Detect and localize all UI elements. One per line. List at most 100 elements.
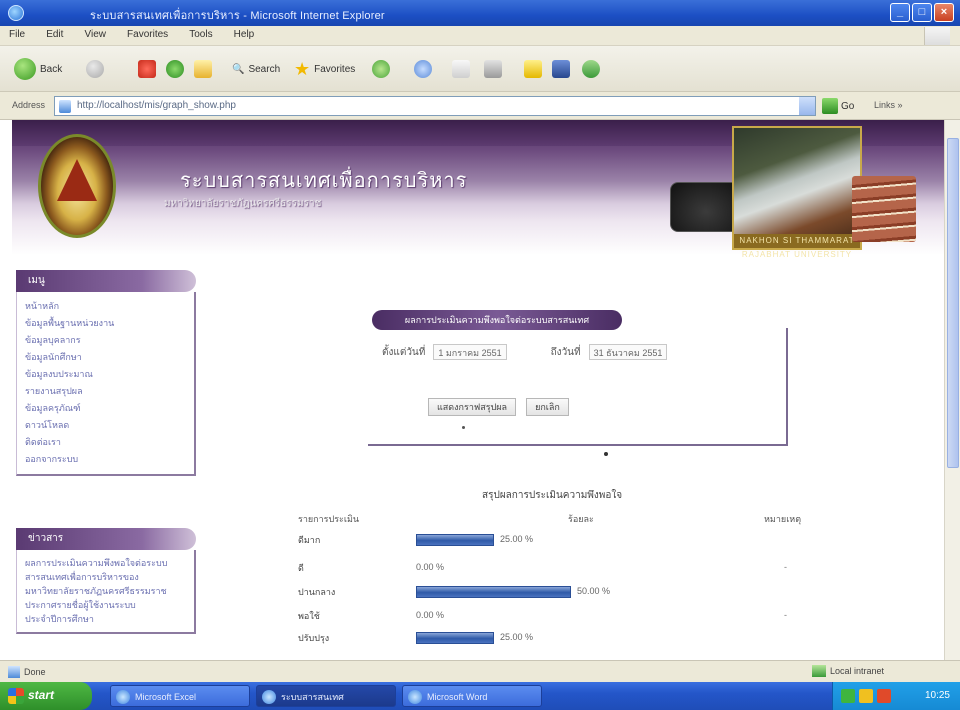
favorites-button[interactable]: ★ Favorites [294, 57, 355, 81]
cancel-button[interactable]: ยกเลิก [526, 398, 569, 416]
forward-arrow-icon [86, 60, 104, 78]
status-bar: Done Local intranet [0, 660, 960, 682]
discuss-button[interactable] [552, 57, 570, 81]
bullet-dot [462, 426, 465, 429]
back-label: Back [40, 63, 63, 75]
from-date-select[interactable]: 1 มกราคม 2551 [433, 344, 507, 360]
page-done-icon [8, 666, 20, 678]
row-label: ปานกลาง [298, 587, 336, 597]
to-date-label: ถึงวันที่ [550, 346, 581, 358]
stop-button[interactable] [138, 57, 156, 81]
links-toolbar[interactable]: Links » [874, 100, 903, 110]
window-titlebar: ระบบสารสนเทศเพื่อการบริหาร - Microsoft I… [0, 0, 960, 26]
news-item[interactable]: ผลการประเมินความพึงพอใจต่อระบบ [25, 556, 186, 570]
menu-favorites[interactable]: Favorites [118, 26, 177, 43]
sidebar-item-students[interactable]: ข้อมูลนักศึกษา [25, 349, 186, 366]
sidebar-news: ข่าวสาร ผลการประเมินความพึงพอใจต่อระบบ ส… [16, 528, 196, 634]
table-row: ดี 0.00 % - [298, 558, 858, 578]
back-button[interactable]: Back [14, 57, 62, 81]
news-item[interactable]: ประจำปีการศึกษา [25, 612, 186, 626]
menu-tools[interactable]: Tools [180, 26, 221, 43]
windows-logo-icon [8, 688, 24, 704]
sidebar-item-equipment[interactable]: ข้อมูลครุภัณฑ์ [25, 400, 186, 417]
home-button[interactable] [194, 57, 212, 81]
results-col-graph: ร้อยละ [568, 514, 594, 524]
sidebar-item-org-info[interactable]: ข้อมูลพื้นฐานหน่วยงาน [25, 315, 186, 332]
scrollbar-thumb[interactable] [947, 138, 959, 468]
web-page: ระบบสารสนเทศเพื่อการบริหาร มหาวิทยาลัยรา… [12, 120, 944, 660]
security-zone: Local intranet [812, 665, 884, 677]
row-note: - [784, 562, 787, 572]
sidebar-item-home[interactable]: หน้าหลัก [25, 298, 186, 315]
start-label: start [28, 688, 55, 702]
to-date-select[interactable]: 31 ธันวาคม 2551 [588, 344, 668, 360]
sidebar-item-reports[interactable]: รายงานสรุปผล [25, 383, 186, 400]
media-icon [372, 60, 390, 78]
taskbar-item[interactable]: Microsoft Excel [110, 685, 250, 707]
from-date-label: ตั้งแต่วันที่ [382, 346, 426, 358]
sidebar-item-contact[interactable]: ติดต่อเรา [25, 434, 186, 451]
network-icon[interactable] [841, 689, 855, 703]
mail-icon [452, 60, 470, 78]
go-button[interactable]: Go [822, 96, 862, 116]
history-button[interactable] [414, 57, 432, 81]
favorites-label: Favorites [314, 63, 356, 75]
sidebar-news-list: ผลการประเมินความพึงพอใจต่อระบบ สารสนเทศเ… [16, 550, 196, 634]
search-label: Search [248, 63, 281, 75]
sidebar-menu-list: หน้าหลัก ข้อมูลพื้นฐานหน่วยงาน ข้อมูลบุค… [16, 292, 196, 476]
percent-bar [416, 534, 494, 546]
menu-file[interactable]: File [0, 26, 34, 43]
search-button[interactable]: 🔍 Search [232, 57, 280, 81]
minimize-button[interactable]: _ [890, 3, 910, 22]
row-label: ดี [298, 563, 304, 573]
print-icon [484, 60, 502, 78]
vertical-scrollbar[interactable] [944, 120, 960, 660]
menu-edit[interactable]: Edit [37, 26, 72, 43]
table-row: พอใช้ 0.00 % - [298, 606, 858, 626]
news-item[interactable]: ประกาศรายชื่อผู้ใช้งานระบบ [25, 598, 186, 612]
form-buttons: แสดงกราฟสรุปผล ยกเลิก [428, 398, 569, 416]
address-input[interactable]: http://localhost/mis/graph_show.php [54, 96, 816, 116]
media-button[interactable] [372, 57, 390, 81]
messenger-button[interactable] [582, 57, 600, 81]
favorites-star-icon: ★ [294, 58, 311, 79]
maximize-button[interactable]: □ [912, 3, 932, 22]
menu-help[interactable]: Help [225, 26, 264, 43]
sidebar-item-personnel[interactable]: ข้อมูลบุคลากร [25, 332, 186, 349]
results-title: สรุปผลการประเมินความพึงพอใจ [482, 490, 623, 501]
edit-button[interactable] [524, 57, 542, 81]
taskbar-item-active[interactable]: ระบบสารสนเทศ [256, 685, 396, 707]
news-item[interactable]: สารสนเทศเพื่อการบริหารของ [25, 570, 186, 584]
forward-button[interactable] [86, 57, 104, 81]
security-shield-icon[interactable] [877, 689, 891, 703]
address-bar: Address http://localhost/mis/graph_show.… [0, 92, 960, 120]
volume-icon[interactable] [859, 689, 873, 703]
sidebar-item-download[interactable]: ดาวน์โหลด [25, 417, 186, 434]
show-graph-button[interactable]: แสดงกราฟสรุปผล [428, 398, 517, 416]
print-button[interactable] [484, 57, 502, 81]
evaluation-form: ตั้งแต่วันที่ 1 มกราคม 2551 ถึงวันที่ 31… [368, 328, 788, 456]
sidebar-menu-header: เมนู [16, 270, 196, 292]
standard-toolbar: Back 🔍 Search ★ Favorites [0, 46, 960, 92]
table-row: ดีมาก 25.00 % [298, 530, 858, 550]
university-logo [38, 134, 116, 238]
site-title: ระบบสารสนเทศเพื่อการบริหาร [180, 170, 468, 192]
menu-view[interactable]: View [75, 26, 115, 43]
close-button[interactable]: × [934, 3, 954, 22]
sidebar-item-budget[interactable]: ข้อมูลงบประมาณ [25, 366, 186, 383]
search-icon: 🔍 [232, 63, 245, 75]
messenger-icon [582, 60, 600, 78]
percent-bar [416, 632, 494, 644]
start-button[interactable]: start [0, 682, 92, 710]
taskbar-item[interactable]: Microsoft Word [402, 685, 542, 707]
address-dropdown-icon[interactable] [799, 97, 815, 115]
sidebar-menu: เมนู หน้าหลัก ข้อมูลพื้นฐานหน่วยงาน ข้อม… [16, 270, 196, 476]
news-item[interactable]: มหาวิทยาลัยราชภัฏนครศรีธรรมราช [25, 584, 186, 598]
status-text: Done [24, 667, 46, 677]
address-label: Address [12, 100, 46, 110]
internet-explorer-icon [8, 5, 24, 21]
refresh-button[interactable] [166, 57, 184, 81]
banner-books-image [852, 176, 916, 242]
mail-button[interactable] [452, 57, 470, 81]
sidebar-item-logout[interactable]: ออกจากระบบ [25, 451, 186, 468]
